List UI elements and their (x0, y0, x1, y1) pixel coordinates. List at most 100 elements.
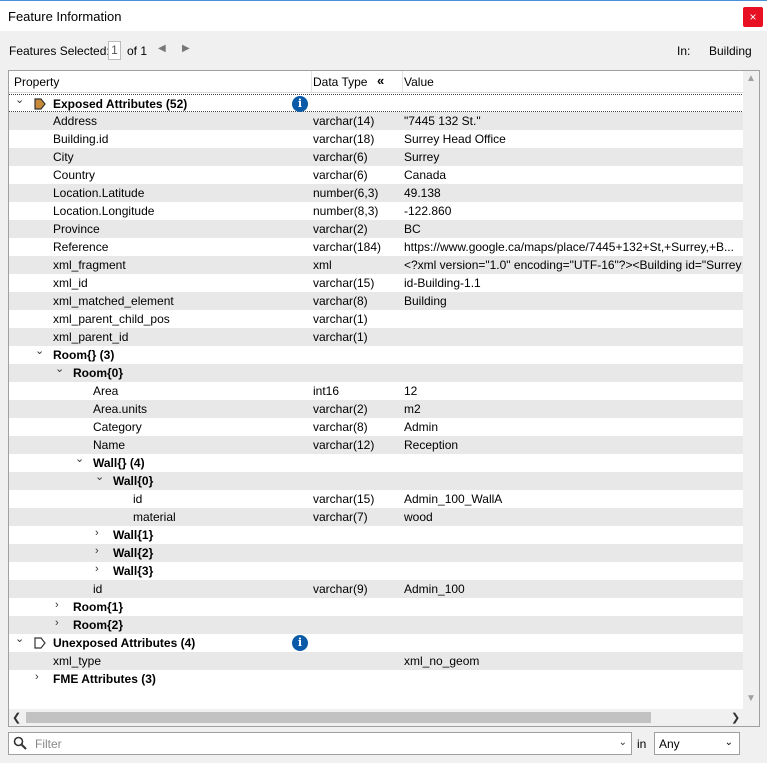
search-icon (13, 736, 27, 753)
attribute-row[interactable]: id varchar(9) Admin_100 (9, 580, 744, 598)
chevron-right-icon[interactable]: › (95, 563, 99, 575)
title-bar: Feature Information × (0, 0, 767, 31)
tree-group-row[interactable]: ⌄ Room{} (3) (9, 344, 744, 364)
info-icon[interactable]: i (292, 635, 308, 651)
property-name: Country (53, 168, 96, 182)
tree-group-row[interactable]: › Wall{3} (9, 562, 744, 580)
attribute-row[interactable]: id varchar(15) Admin_100_WallA (9, 490, 744, 508)
chevron-down-icon[interactable]: ⌄ (15, 632, 24, 645)
filter-scope-value: Any (659, 737, 680, 751)
property-name: xml_parent_child_pos (53, 312, 170, 326)
feature-index-field[interactable]: 1 (108, 41, 121, 60)
attribute-row[interactable]: City varchar(6) Surrey (9, 148, 744, 166)
filter-history-dropdown-icon[interactable]: ⌄ (619, 737, 627, 748)
attribute-row[interactable]: xml_parent_id varchar(1) (9, 328, 744, 346)
chevron-down-icon[interactable]: ⌄ (95, 470, 104, 483)
attribute-row[interactable]: Building.id varchar(18) Surrey Head Office (9, 130, 744, 148)
attribute-rows: ⌄ Exposed Attributes (52) i Address varchar(… (9, 94, 744, 688)
tree-group-row[interactable]: ⌄ Exposed Attributes (52) i (9, 94, 744, 112)
vertical-scrollbar[interactable]: ▲ ▼ (743, 71, 759, 711)
attribute-row[interactable]: Location.Longitude number(8,3) -122.860 (9, 202, 744, 220)
tree-group-row[interactable]: ⌄ Wall{0} (9, 470, 744, 490)
attribute-row[interactable]: xml_matched_element varchar(8) Building (9, 292, 744, 310)
column-divider[interactable] (402, 71, 403, 93)
attribute-row[interactable]: xml_parent_child_pos varchar(1) (9, 310, 744, 328)
value-cell: <?xml version="1.0" encoding="UTF-16"?><… (404, 258, 742, 272)
attribute-row[interactable]: material varchar(7) wood (9, 508, 744, 526)
horizontal-scroll-thumb[interactable] (26, 712, 651, 723)
chevron-right-icon[interactable]: › (55, 599, 59, 611)
chevron-down-icon[interactable]: ⌄ (75, 452, 84, 465)
attribute-row[interactable]: xml_id varchar(15) id-Building-1.1 (9, 274, 744, 292)
data-type-cell: varchar(8) (313, 420, 368, 434)
property-name: Province (53, 222, 100, 236)
value-cell: -122.860 (404, 204, 452, 218)
property-name: Category (93, 420, 142, 434)
scroll-down-icon[interactable]: ▼ (746, 693, 756, 704)
property-name: Location.Latitude (53, 186, 145, 200)
attribute-row[interactable]: xml_fragment xml <?xml version="1.0" encod… (9, 256, 744, 274)
attribute-row[interactable]: Area int16 12 (9, 382, 744, 400)
tree-group-row[interactable]: ⌄ Room{0} (9, 362, 744, 382)
chevron-right-icon[interactable]: › (95, 545, 99, 557)
attribute-row[interactable]: xml_type xml_no_geom (9, 652, 744, 670)
property-name: Address (53, 114, 98, 128)
attribute-row[interactable]: Reference varchar(184) https://www.google.… (9, 238, 744, 256)
value-cell: Surrey (404, 150, 440, 164)
collapse-column-icon[interactable]: « (377, 73, 384, 88)
horizontal-scrollbar[interactable]: ❮ ❯ (9, 709, 759, 726)
property-name: xml_parent_id (53, 330, 129, 344)
attribute-row[interactable]: Location.Latitude number(6,3) 49.138 (9, 184, 744, 202)
property-name: id (93, 582, 103, 596)
tree-group-row[interactable]: ⌄ Wall{} (4) (9, 452, 744, 472)
property-name: Wall{1} (113, 528, 154, 542)
chevron-down-icon[interactable]: ⌄ (35, 344, 44, 357)
tree-group-row[interactable]: ⌄ Unexposed Attributes (4) i (9, 632, 744, 652)
scroll-up-icon[interactable]: ▲ (746, 73, 756, 84)
filter-scope-select[interactable]: Any ⌄ (654, 732, 740, 755)
tree-group-row[interactable]: › Room{1} (9, 598, 744, 616)
property-name: material (133, 510, 176, 524)
property-name: Wall{} (4) (93, 456, 145, 470)
chevron-right-icon[interactable]: › (95, 527, 99, 539)
data-type-cell: number(6,3) (313, 186, 379, 200)
property-name: xml_matched_element (53, 294, 174, 308)
value-cell: wood (404, 510, 433, 524)
chevron-right-icon[interactable]: › (55, 617, 59, 629)
selection-bar: Features Selected: 1 of 1 ◀ ▶ In: Buildi… (0, 31, 767, 69)
table-header: Property Data Type « Value (9, 71, 744, 93)
chevron-right-icon[interactable]: › (35, 671, 39, 683)
close-button[interactable]: × (743, 7, 763, 27)
tree-group-row[interactable]: › FME Attributes (3) (9, 670, 744, 688)
info-icon[interactable]: i (292, 96, 308, 112)
attribute-row[interactable]: Name varchar(12) Reception (9, 436, 744, 454)
tree-group-row[interactable]: › Wall{1} (9, 526, 744, 544)
features-selected-label: Features Selected: (9, 44, 110, 58)
attribute-table: Property Data Type « Value ⌄ Exposed Attr… (8, 70, 760, 727)
column-divider[interactable] (311, 71, 312, 93)
attribute-row[interactable]: Category varchar(8) Admin (9, 418, 744, 436)
attribute-row[interactable]: Province varchar(2) BC (9, 220, 744, 238)
value-cell: Admin (404, 420, 439, 434)
column-header-property[interactable]: Property (14, 75, 59, 89)
previous-feature-icon[interactable]: ◀ (158, 43, 166, 54)
data-type-cell: int16 (313, 384, 340, 398)
property-name: Wall{0} (113, 474, 154, 488)
filter-field[interactable]: Filter ⌄ (8, 732, 632, 755)
scroll-right-icon[interactable]: ❯ (731, 711, 740, 724)
value-cell: xml_no_geom (404, 654, 480, 668)
tree-group-row[interactable]: › Room{2} (9, 616, 744, 634)
attribute-row[interactable]: Area.units varchar(2) m2 (9, 400, 744, 418)
column-header-value[interactable]: Value (404, 75, 434, 89)
chevron-down-icon[interactable]: ⌄ (55, 362, 64, 375)
next-feature-icon[interactable]: ▶ (182, 43, 190, 54)
attribute-row[interactable]: Country varchar(6) Canada (9, 166, 744, 184)
property-name: xml_id (53, 276, 88, 290)
scroll-left-icon[interactable]: ❮ (12, 711, 21, 724)
property-name: Reference (53, 240, 109, 254)
property-name: Building.id (53, 132, 109, 146)
tree-group-row[interactable]: › Wall{2} (9, 544, 744, 562)
column-header-data-type[interactable]: Data Type (313, 75, 367, 89)
chevron-down-icon[interactable]: ⌄ (15, 93, 24, 106)
attribute-row[interactable]: Address varchar(14) "7445 132 St." (9, 112, 744, 130)
